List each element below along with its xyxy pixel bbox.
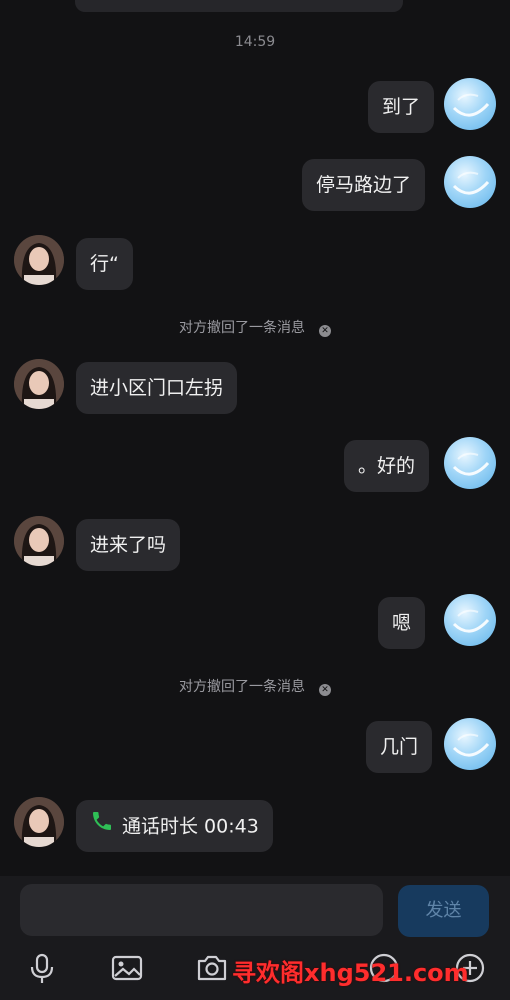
- recall-notice: 对方撤回了一条消息 ✕: [0, 317, 510, 337]
- recall-notice: 对方撤回了一条消息 ✕: [0, 676, 510, 696]
- my-avatar[interactable]: [444, 594, 496, 646]
- recall-notice-text: 对方撤回了一条消息: [179, 320, 305, 336]
- watermark-text: 寻欢阁xhg521.com: [232, 959, 469, 987]
- message-input[interactable]: [20, 884, 383, 936]
- contact-avatar[interactable]: [14, 797, 64, 847]
- camera-icon[interactable]: [194, 950, 230, 986]
- message-bubble-sent[interactable]: 嗯: [378, 597, 426, 649]
- call-duration-text: 通话时长 00:43: [122, 815, 259, 838]
- message-bubble-received[interactable]: 行“: [76, 238, 133, 290]
- close-icon[interactable]: ✕: [319, 684, 331, 696]
- message-bubble-sent[interactable]: 停马路边了: [302, 159, 426, 211]
- close-icon[interactable]: ✕: [319, 325, 331, 337]
- message-bubble-sent[interactable]: 到了: [368, 81, 435, 133]
- contact-avatar[interactable]: [14, 359, 64, 409]
- my-avatar[interactable]: [444, 78, 496, 130]
- recall-notice-text: 对方撤回了一条消息: [179, 679, 305, 695]
- phone-icon: [90, 801, 114, 853]
- call-record-bubble[interactable]: 通话时长 00:43: [76, 800, 273, 852]
- my-avatar[interactable]: [444, 437, 496, 489]
- message-timestamp: 14:59: [234, 34, 276, 50]
- microphone-icon[interactable]: [24, 950, 60, 986]
- contact-avatar[interactable]: [14, 516, 64, 566]
- message-bubble-sent[interactable]: 几门: [366, 721, 433, 773]
- message-bubble-sent[interactable]: 。好的: [344, 440, 430, 492]
- image-icon[interactable]: [109, 950, 145, 986]
- previous-message-bubble: [75, 0, 403, 12]
- my-avatar[interactable]: [444, 156, 496, 208]
- contact-avatar[interactable]: [14, 235, 64, 285]
- send-button[interactable]: 发送: [398, 885, 489, 937]
- message-bubble-received[interactable]: 进小区门口左拐: [76, 362, 238, 414]
- message-bubble-received[interactable]: 进来了吗: [76, 519, 181, 571]
- my-avatar[interactable]: [444, 718, 496, 770]
